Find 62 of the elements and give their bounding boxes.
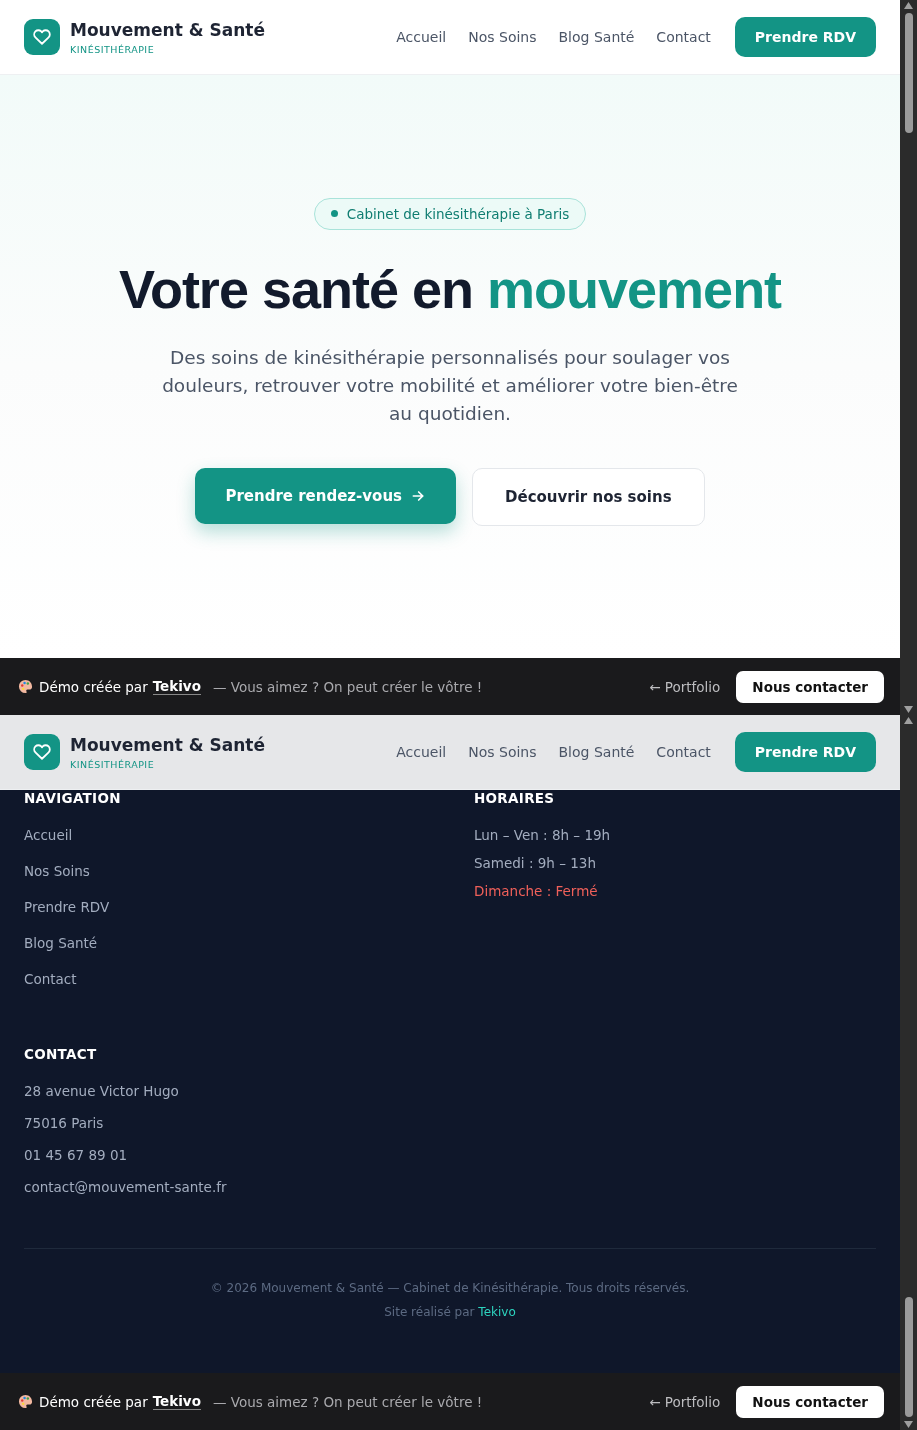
appointment-button[interactable]: Prendre rendez-vous [195, 467, 456, 524]
demo-label: Démo créée par [39, 678, 148, 695]
scroll-up-icon[interactable] [904, 717, 913, 724]
scroll-thumb[interactable] [904, 13, 913, 133]
demo-label: Démo créée par [39, 1393, 148, 1410]
closed-day: Dimanche : Fermé [474, 882, 876, 900]
logo-icon[interactable] [24, 734, 60, 770]
book-button[interactable]: Prendre RDV [734, 17, 876, 57]
contact-detail: 75016 Paris [24, 1114, 105, 1132]
footer-link[interactable]: Prendre RDV [24, 898, 474, 916]
hero-title: Votre santé en mouvement [118, 257, 782, 320]
scrollbar[interactable] [900, 715, 917, 1430]
footer-heading: HORAIRES [474, 790, 556, 806]
footer-link[interactable]: Nos Soins [24, 862, 474, 880]
nav-link[interactable]: Accueil [396, 744, 447, 760]
palette-icon [18, 679, 33, 694]
credit-text: Site réalisé par Tekivo [383, 1305, 517, 1319]
credit-link[interactable]: Tekivo [478, 1305, 516, 1319]
nav-link[interactable]: Nos Soins [468, 744, 537, 760]
footer-link[interactable]: Accueil [24, 826, 474, 844]
contact-button[interactable]: Nous contacter [736, 670, 884, 703]
nav-link[interactable]: Nos Soins [468, 29, 537, 45]
logo-icon[interactable] [24, 19, 60, 55]
contact-detail: contact@mouvement-sante.fr [24, 1178, 228, 1196]
contact-button[interactable]: Nous contacter [736, 1385, 884, 1418]
brand-tagline: KINÉSITHÉRAPIE [70, 43, 156, 55]
nav-link[interactable]: Blog Santé [558, 29, 635, 45]
demo-tagline: — Vous aimez ? On peut créer le vôtre ! [212, 678, 483, 695]
badge-text: Cabinet de kinésithérapie à Paris [346, 205, 570, 222]
opening-hours: Samedi : 9h – 13h [474, 854, 597, 872]
footer-link[interactable]: Contact [24, 970, 474, 988]
heart-icon [33, 28, 51, 46]
brand-name: Mouvement & Santé [70, 734, 265, 755]
contact-detail: 01 45 67 89 01 [24, 1146, 129, 1164]
hero-subtitle: Des soins de kinésithérapie personnalisés pour soulager vos douleurs, retrouver votre mobilité et améliorer votre bien-être au quotidien. [161, 345, 739, 426]
nav-link[interactable]: Contact [656, 744, 711, 760]
portfolio-link[interactable]: ← Portfolio [649, 1393, 721, 1410]
scroll-up-icon[interactable] [904, 2, 913, 9]
nav-link[interactable]: Blog Santé [558, 744, 635, 760]
footer-link[interactable]: Blog Santé [24, 934, 474, 952]
copyright-text: © 2026 Mouvement & Santé — Cabinet de Kinésithérapie. Tous droits réservés. [209, 1281, 691, 1295]
footer-heading: CONTACT [24, 1046, 98, 1062]
services-button[interactable]: Découvrir nos soins [472, 467, 705, 526]
brand-tagline: KINÉSITHÉRAPIE [70, 758, 156, 770]
brand-name: Mouvement & Santé [70, 19, 265, 40]
palette-icon [18, 1394, 33, 1409]
book-button[interactable]: Prendre RDV [734, 732, 876, 772]
nav-link[interactable]: Contact [656, 29, 711, 45]
dot-icon [330, 210, 338, 217]
footer-heading: NAVIGATION [24, 790, 122, 806]
demo-tagline: — Vous aimez ? On peut créer le vôtre ! [212, 1393, 483, 1410]
scrollbar[interactable] [900, 0, 917, 715]
brand-link[interactable]: Tekivo [152, 1393, 201, 1410]
scroll-down-icon[interactable] [904, 706, 913, 713]
opening-hours: Lun – Ven : 8h – 19h [474, 826, 612, 844]
heart-icon [33, 743, 51, 761]
portfolio-link[interactable]: ← Portfolio [649, 678, 721, 695]
scroll-down-icon[interactable] [904, 1421, 913, 1428]
scroll-thumb[interactable] [904, 1297, 913, 1417]
brand-link[interactable]: Tekivo [152, 678, 201, 695]
nav-link[interactable]: Accueil [396, 29, 447, 45]
contact-detail: 28 avenue Victor Hugo [24, 1082, 180, 1100]
